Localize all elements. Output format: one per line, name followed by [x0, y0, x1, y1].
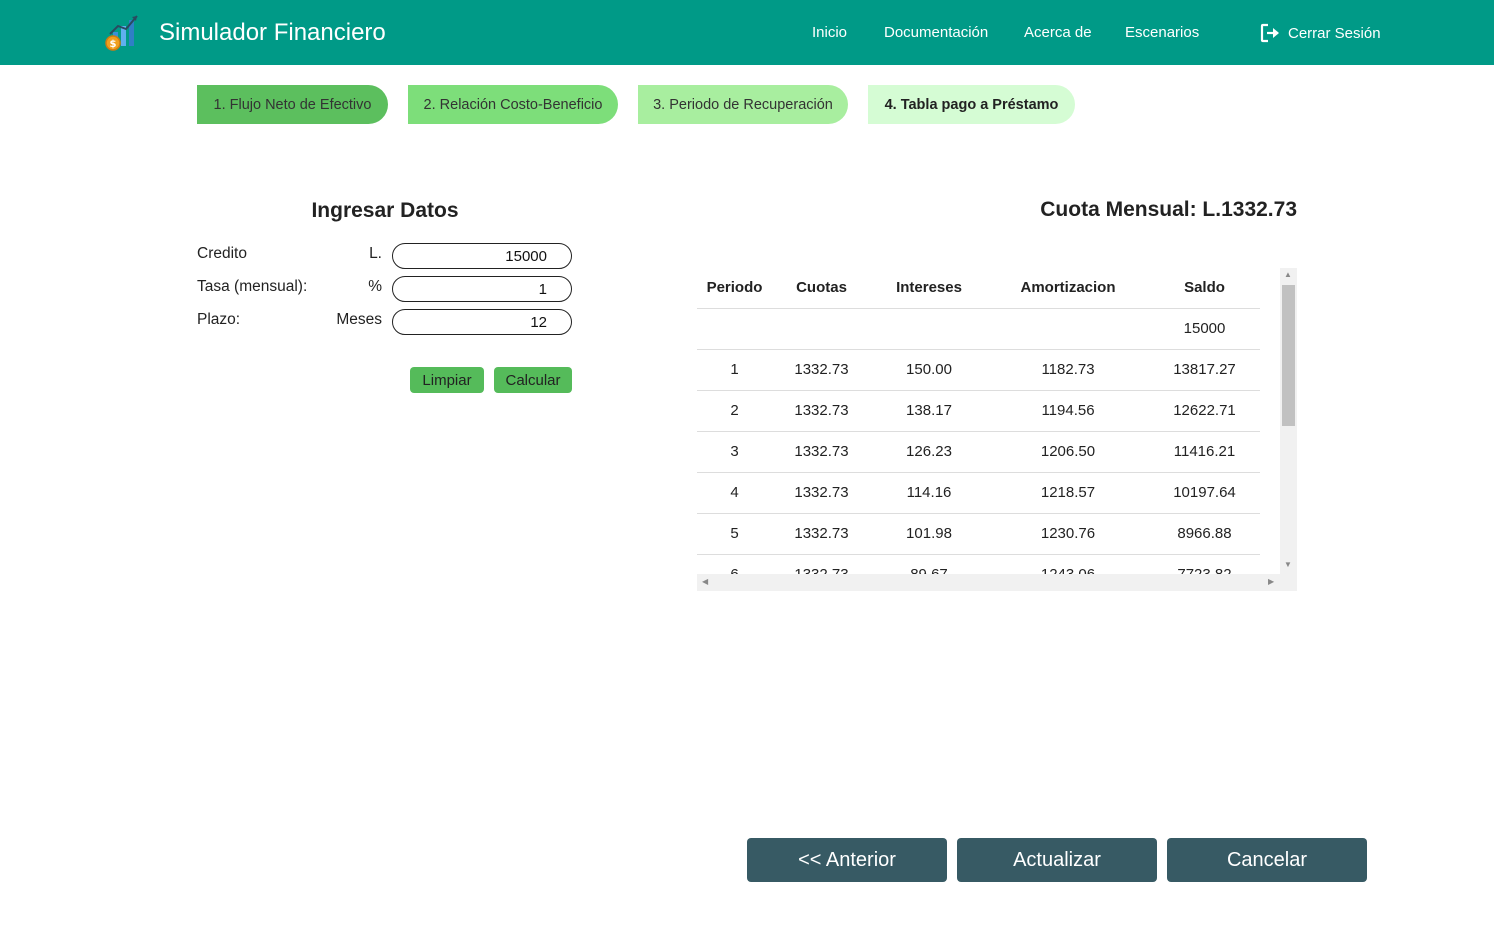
tasa-input[interactable]: [392, 276, 572, 302]
actualizar-button[interactable]: Actualizar: [957, 838, 1157, 882]
cell-cuota: 1332.73: [772, 349, 871, 391]
cell-saldo: 10197.64: [1149, 472, 1260, 514]
amortization-table-container[interactable]: Periodo Cuotas Intereses Amortizacion Sa…: [697, 268, 1297, 591]
cell-saldo: 8966.88: [1149, 513, 1260, 555]
svg-text:$: $: [110, 39, 117, 50]
cell-cuota: 1332.73: [772, 472, 871, 514]
cell-amortizacion: 1218.57: [987, 472, 1149, 514]
table-row: 2 1332.73 138.17 1194.56 12622.71: [697, 390, 1260, 432]
col-cuotas: Cuotas: [772, 268, 871, 309]
nav-escenarios[interactable]: Escenarios: [1125, 24, 1199, 41]
credito-input[interactable]: [392, 243, 572, 269]
tasa-label: Tasa (mensual):: [197, 278, 308, 295]
finance-chart-logo-icon: $: [105, 15, 138, 51]
col-saldo: Saldo: [1149, 268, 1260, 309]
table-row: 4 1332.73 114.16 1218.57 10197.64: [697, 472, 1260, 514]
col-amortizacion: Amortizacion: [987, 268, 1149, 309]
cancelar-button[interactable]: Cancelar: [1167, 838, 1367, 882]
cell-periodo: 3: [697, 431, 772, 473]
cell-cuota: 1332.73: [772, 513, 871, 555]
step-flujo-neto[interactable]: 1. Flujo Neto de Efectivo: [197, 85, 388, 124]
vertical-scroll-thumb[interactable]: [1282, 285, 1295, 426]
nav-inicio[interactable]: Inicio: [812, 24, 847, 41]
calcular-button[interactable]: Calcular: [494, 367, 572, 393]
cell-cuota: [772, 308, 871, 350]
table-row: 5 1332.73 101.98 1230.76 8966.88: [697, 513, 1260, 555]
step-periodo-recuperacion[interactable]: 3. Periodo de Recuperación: [638, 85, 848, 124]
cell-periodo: 5: [697, 513, 772, 555]
cell-saldo: 15000: [1149, 308, 1260, 350]
table-header-row: Periodo Cuotas Intereses Amortizacion Sa…: [697, 268, 1260, 309]
cell-amortizacion: 1182.73: [987, 349, 1149, 391]
table-row: 3 1332.73 126.23 1206.50 11416.21: [697, 431, 1260, 473]
form-title: Ingresar Datos: [311, 199, 459, 222]
top-navbar: $ Simulador Financiero Inicio Documentac…: [0, 0, 1494, 65]
col-intereses: Intereses: [871, 268, 987, 309]
cell-periodo: 4: [697, 472, 772, 514]
cell-amortizacion: 1206.50: [987, 431, 1149, 473]
nav-documentacion[interactable]: Documentación: [884, 24, 988, 41]
nav-acerca-de[interactable]: Acerca de: [1024, 24, 1092, 41]
logout-label: Cerrar Sesión: [1288, 24, 1381, 42]
scroll-down-icon[interactable]: ▼: [1284, 560, 1292, 569]
scroll-left-icon[interactable]: ◀: [702, 577, 708, 586]
logout-button[interactable]: Cerrar Sesión: [1260, 22, 1381, 44]
cuota-mensual: Cuota Mensual: L.1332.73: [1040, 198, 1297, 221]
col-periodo: Periodo: [697, 268, 772, 309]
cell-periodo: 2: [697, 390, 772, 432]
cell-amortizacion: 1230.76: [987, 513, 1149, 555]
cell-saldo: 13817.27: [1149, 349, 1260, 391]
scroll-right-icon[interactable]: ▶: [1268, 577, 1274, 586]
horizontal-scrollbar[interactable]: ◀ ▶: [697, 574, 1297, 591]
cell-interes: 126.23: [871, 431, 987, 473]
vertical-scrollbar[interactable]: ▲ ▼: [1280, 268, 1297, 575]
logout-icon: [1260, 23, 1279, 43]
cell-amortizacion: 1194.56: [987, 390, 1149, 432]
plazo-unit: Meses: [336, 311, 382, 328]
anterior-button[interactable]: << Anterior: [747, 838, 947, 882]
amortization-table: Periodo Cuotas Intereses Amortizacion Sa…: [697, 268, 1260, 591]
cell-periodo: [697, 308, 772, 350]
cell-interes: 114.16: [871, 472, 987, 514]
table-row: 15000: [697, 308, 1260, 350]
step-costo-beneficio[interactable]: 2. Relación Costo-Beneficio: [408, 85, 618, 124]
app-title[interactable]: Simulador Financiero: [159, 19, 386, 47]
tasa-unit: %: [368, 278, 382, 295]
cell-interes: 101.98: [871, 513, 987, 555]
limpiar-button[interactable]: Limpiar: [410, 367, 484, 393]
plazo-label: Plazo:: [197, 311, 241, 328]
cell-interes: 138.17: [871, 390, 987, 432]
credito-unit: L.: [369, 245, 382, 262]
step-tabla-prestamo[interactable]: 4. Tabla pago a Préstamo: [868, 85, 1075, 124]
credito-label: Credito: [197, 245, 247, 262]
cell-cuota: 1332.73: [772, 431, 871, 473]
cell-cuota: 1332.73: [772, 390, 871, 432]
cell-saldo: 11416.21: [1149, 431, 1260, 473]
table-row: 1 1332.73 150.00 1182.73 13817.27: [697, 349, 1260, 391]
cell-periodo: 1: [697, 349, 772, 391]
cell-saldo: 12622.71: [1149, 390, 1260, 432]
cell-interes: [871, 308, 987, 350]
scroll-up-icon[interactable]: ▲: [1284, 270, 1292, 279]
cell-amortizacion: [987, 308, 1149, 350]
cell-interes: 150.00: [871, 349, 987, 391]
plazo-input[interactable]: [392, 309, 572, 335]
